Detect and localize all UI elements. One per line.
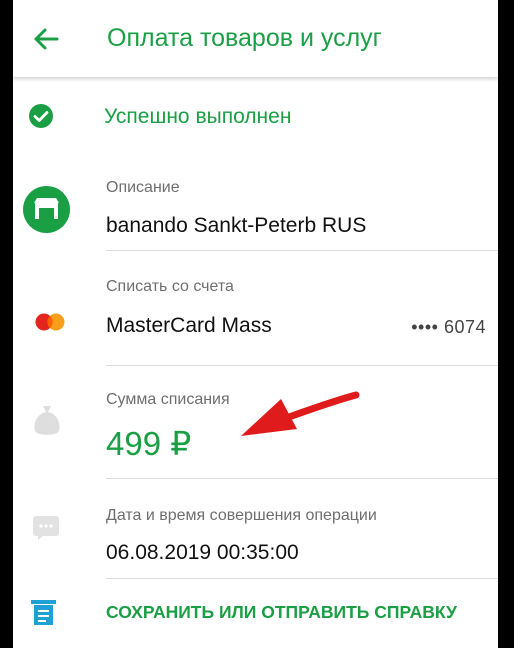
mastercard-icon (35, 313, 65, 331)
datetime-value: 06.08.2019 00:35:00 (106, 541, 299, 564)
divider (106, 250, 498, 251)
divider (106, 578, 498, 579)
money-bag-icon (34, 406, 60, 435)
card-number: •••• 6074 (411, 317, 486, 337)
description-value: banando Sankt-Peterb RUS (106, 214, 367, 237)
status-text: Успешно выполнен (104, 105, 292, 128)
save-or-send-receipt-button[interactable]: СОХРАНИТЬ ИЛИ ОТПРАВИТЬ СПРАВКУ (106, 602, 457, 623)
divider (106, 365, 498, 366)
app-bar: Оплата товаров и услуг (13, 0, 498, 77)
amount-label: Сумма списания (106, 391, 230, 408)
description-label: Описание (106, 179, 180, 196)
check-circle-icon (29, 104, 53, 128)
chat-icon (33, 516, 59, 540)
amount-value: 499 ₽ (106, 425, 192, 462)
datetime-label: Дата и время совершения операции (106, 507, 377, 524)
arrow-left-icon[interactable] (31, 24, 61, 54)
arrow-annotation (241, 391, 360, 436)
shop-icon (23, 186, 70, 233)
account-value: MasterCard Mass (106, 314, 272, 337)
account-label: Списать со счета (106, 278, 234, 295)
divider (106, 478, 498, 479)
page-title: Оплата товаров и услуг (107, 24, 382, 52)
screen: Оплата товаров и услуг Успешно выполнен … (13, 0, 498, 648)
document-icon[interactable] (30, 599, 57, 626)
status-row: Успешно выполнен (13, 95, 498, 140)
